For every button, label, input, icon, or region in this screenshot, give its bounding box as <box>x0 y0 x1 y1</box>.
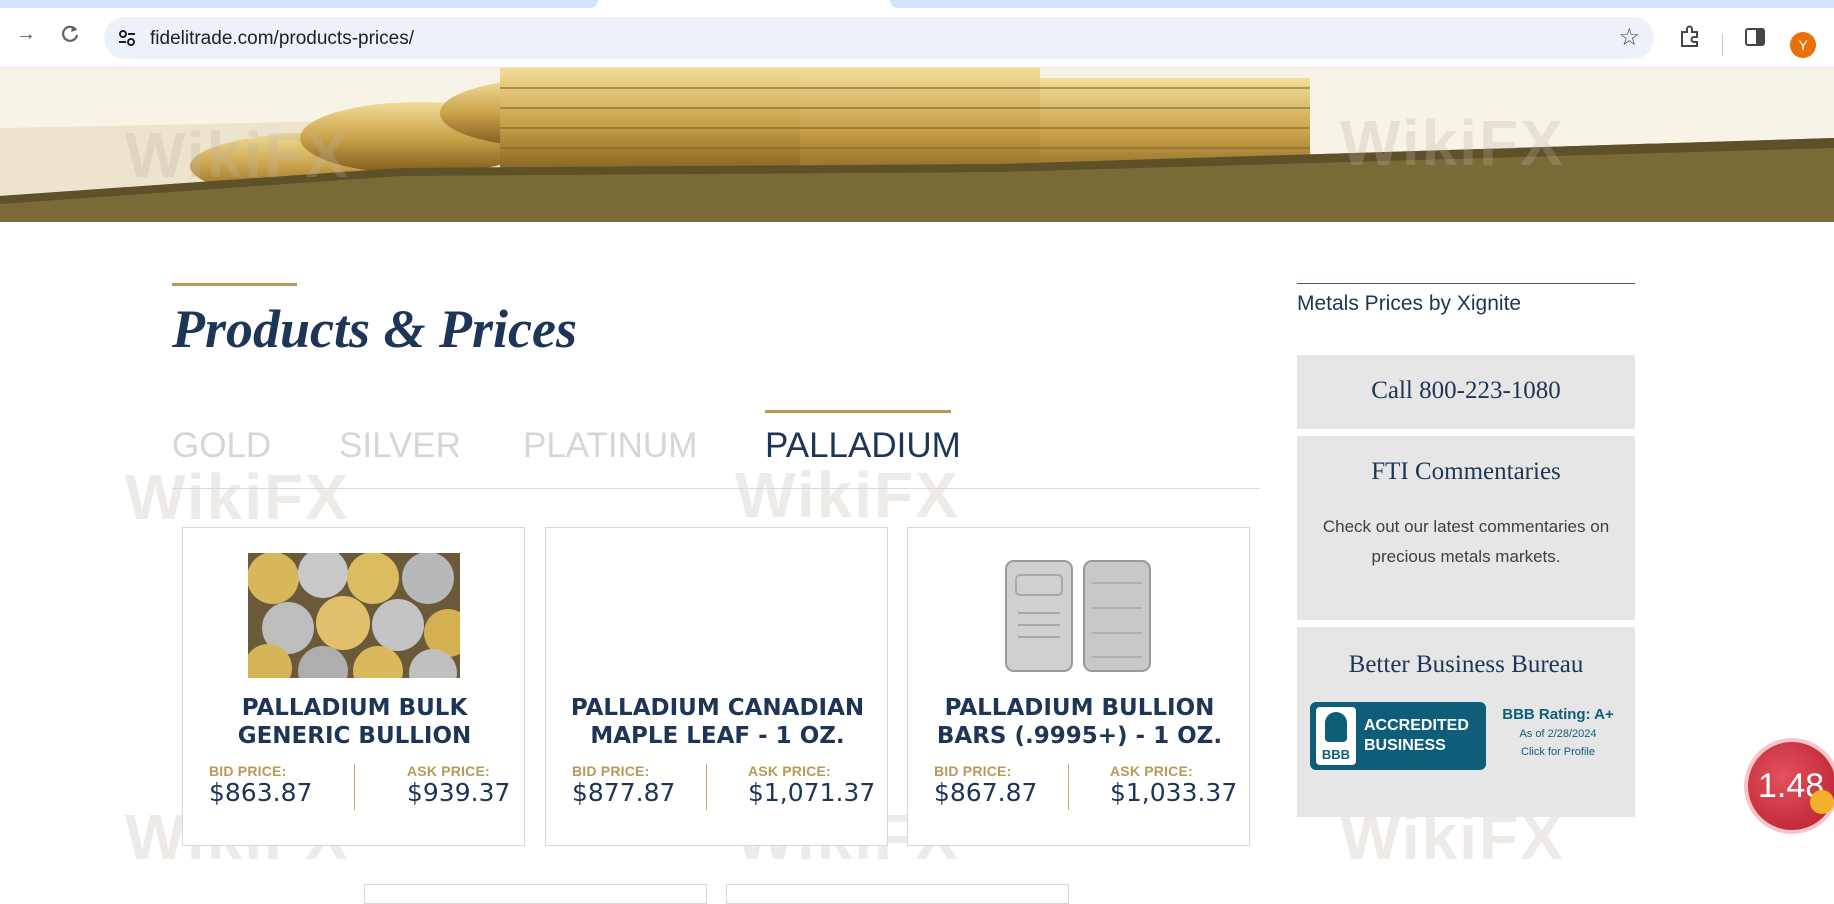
bbb-rating: BBB Rating: A+ <box>1502 706 1614 723</box>
site-settings-icon[interactable] <box>116 27 138 49</box>
bbb-seal-icon: BBB <box>1316 707 1356 765</box>
floating-score-badge[interactable]: 1.48 <box>1744 738 1834 834</box>
bbb-accreditation-badge[interactable]: BBB ACCREDITED BUSINESS BBB Rating: A+ A… <box>1310 702 1622 770</box>
product-card[interactable]: PALLADIUM CANADIAN MAPLE LEAF - 1 OZ. BI… <box>545 527 888 846</box>
tab-silver[interactable]: SILVER <box>339 426 461 466</box>
ask-price-label: ASK PRICE: <box>407 763 490 779</box>
sidebar-rule <box>1297 283 1635 284</box>
toolbar-separator <box>1722 34 1723 56</box>
bid-price-value: $867.87 <box>934 778 1038 807</box>
gold-coins-image <box>0 68 1834 222</box>
fti-title[interactable]: FTI Commentaries <box>1297 458 1635 486</box>
watermark: WikiFX <box>735 459 960 531</box>
bbb-accredited-panel[interactable]: BBB ACCREDITED BUSINESS <box>1310 702 1486 770</box>
url-text[interactable]: fidelitrade.com/products-prices/ <box>150 28 414 50</box>
active-tab-indicator <box>765 410 951 413</box>
page-title: Products & Prices <box>172 299 577 359</box>
forward-icon[interactable]: → <box>14 22 38 46</box>
tab-strip <box>0 0 1834 8</box>
bid-price-value: $863.87 <box>209 778 313 807</box>
ask-price-value: $1,071.37 <box>748 778 876 807</box>
side-panel-icon[interactable] <box>1742 24 1768 50</box>
title-accent-rule <box>172 283 297 286</box>
sidebar-title: Metals Prices by Xignite <box>1297 292 1522 315</box>
product-name[interactable]: PALLADIUM CANADIAN MAPLE LEAF - 1 OZ. <box>556 694 879 750</box>
fti-commentaries-box[interactable]: FTI Commentaries Check out our latest co… <box>1297 436 1635 620</box>
bookmark-star-icon[interactable]: ☆ <box>1618 24 1640 52</box>
tab-platinum[interactable]: PLATINUM <box>523 426 697 466</box>
price-divider <box>354 764 355 810</box>
tab-palladium[interactable]: PALLADIUM <box>765 426 961 466</box>
call-box[interactable]: Call 800-223-1080 <box>1297 355 1635 429</box>
product-image-bullion-bars[interactable] <box>998 553 1158 678</box>
floating-badge-icon[interactable] <box>1810 790 1834 814</box>
bbb-seal-text: BBB <box>1321 747 1351 762</box>
extensions-icon[interactable] <box>1677 24 1703 50</box>
product-card[interactable] <box>726 884 1069 904</box>
product-name[interactable]: PALLADIUM BULK GENERIC BULLION <box>193 694 516 750</box>
reload-icon[interactable] <box>58 22 82 46</box>
bid-price-label: BID PRICE: <box>934 763 1012 779</box>
profile-avatar[interactable]: Y <box>1790 32 1816 58</box>
bbb-accredited-text: ACCREDITED BUSINESS <box>1364 717 1469 754</box>
browser-tab[interactable] <box>0 0 598 8</box>
price-divider <box>1068 764 1069 810</box>
address-bar[interactable]: fidelitrade.com/products-prices/ ☆ <box>104 17 1654 59</box>
bid-price-label: BID PRICE: <box>209 763 287 779</box>
watermark: WikiFX <box>125 461 350 533</box>
product-card[interactable]: PALLADIUM BULK GENERIC BULLION BID PRICE… <box>182 527 525 846</box>
ask-price-value: $939.37 <box>407 778 511 807</box>
fti-description: Check out our latest commentaries on pre… <box>1322 517 1610 566</box>
bid-price-value: $877.87 <box>572 778 676 807</box>
browser-tab[interactable] <box>890 0 1834 8</box>
product-image-bulk-coins[interactable] <box>248 553 460 678</box>
bid-price-label: BID PRICE: <box>572 763 650 779</box>
hero-banner <box>0 68 1834 222</box>
tab-gold[interactable]: GOLD <box>172 426 271 466</box>
tabs-divider <box>172 488 1260 489</box>
bbb-rating-panel[interactable]: BBB Rating: A+ As of 2/28/2024 Click for… <box>1494 702 1622 770</box>
bbb-torch-icon <box>1325 712 1347 742</box>
bbb-box: Better Business Bureau BBB ACCREDITED BU… <box>1297 627 1635 817</box>
bbb-title: Better Business Bureau <box>1348 651 1584 678</box>
browser-toolbar: → fidelitrade.com/products-prices/ ☆ Y <box>0 8 1834 68</box>
product-card[interactable]: PALLADIUM BULLION BARS (.9995+) - 1 OZ. … <box>907 527 1250 846</box>
call-text[interactable]: Call 800-223-1080 <box>1297 377 1635 405</box>
ask-price-label: ASK PRICE: <box>748 763 831 779</box>
product-card[interactable] <box>364 884 707 904</box>
bbb-rating-date: As of 2/28/2024 <box>1519 728 1597 740</box>
ask-price-label: ASK PRICE: <box>1110 763 1193 779</box>
bbb-profile-link[interactable]: Click for Profile <box>1494 746 1622 758</box>
product-name[interactable]: PALLADIUM BULLION BARS (.9995+) - 1 OZ. <box>918 694 1241 750</box>
ask-price-value: $1,033.37 <box>1110 778 1238 807</box>
price-divider <box>706 764 707 810</box>
